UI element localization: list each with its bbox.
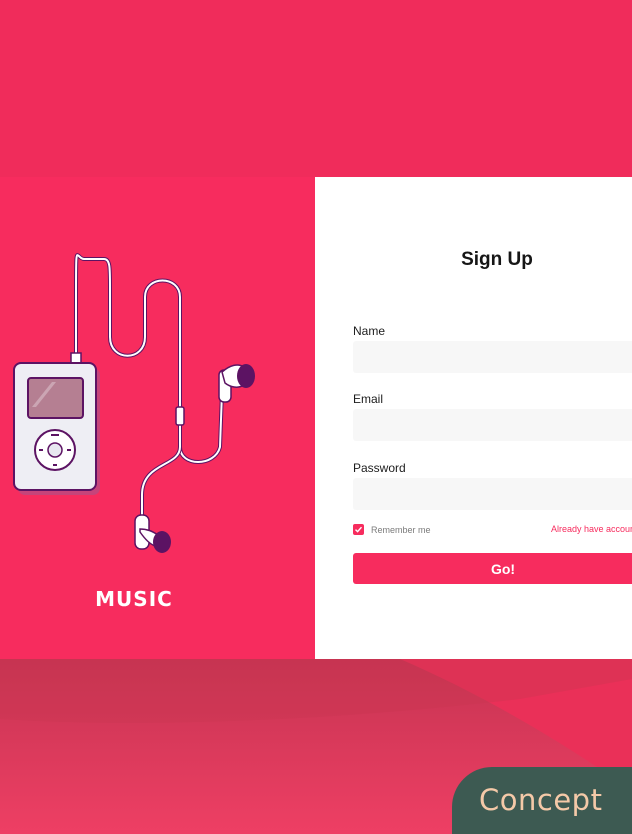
signup-card: MUSIC Sign Up Name Email Password Rememb…	[0, 177, 632, 659]
password-input[interactable]	[353, 478, 632, 510]
illustration-panel: MUSIC	[0, 177, 315, 659]
password-label: Password	[353, 461, 406, 475]
signin-link[interactable]: Already have account? Sign In	[551, 524, 632, 534]
concept-badge: Concept	[452, 767, 632, 834]
remember-me[interactable]: Remember me	[353, 524, 431, 535]
check-icon	[355, 526, 363, 533]
submit-button[interactable]: Go!	[353, 553, 632, 584]
remember-checkbox[interactable]	[353, 524, 364, 535]
music-caption: MUSIC	[95, 587, 173, 611]
email-label: Email	[353, 392, 384, 406]
name-label: Name	[353, 324, 386, 338]
name-input[interactable]	[353, 341, 632, 373]
form-title: Sign Up	[461, 249, 533, 270]
remember-label: Remember me	[371, 524, 431, 535]
signup-form: Sign Up Name Email Password Remember me …	[315, 177, 632, 659]
email-input[interactable]	[353, 409, 632, 441]
